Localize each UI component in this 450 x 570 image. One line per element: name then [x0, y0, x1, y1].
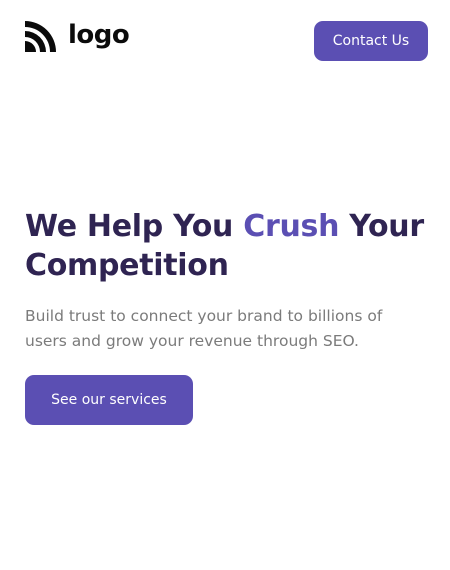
- contact-us-button[interactable]: Contact Us: [314, 21, 428, 61]
- logo-link[interactable]: logo: [23, 19, 130, 54]
- hero-description: Build trust to connect your brand to bil…: [25, 307, 383, 350]
- hero-title-part1: We Help You: [25, 209, 244, 244]
- see-services-button[interactable]: See our services: [25, 375, 193, 425]
- site-header: logo Contact Us: [0, 0, 450, 80]
- hero-title-accent: Crush: [243, 209, 340, 244]
- hero-section: We Help You Crush Your Competition Build…: [25, 207, 425, 425]
- rss-feed-icon: [25, 21, 56, 52]
- hero-title: We Help You Crush Your Competition: [25, 207, 425, 285]
- logo-text: logo: [68, 19, 130, 50]
